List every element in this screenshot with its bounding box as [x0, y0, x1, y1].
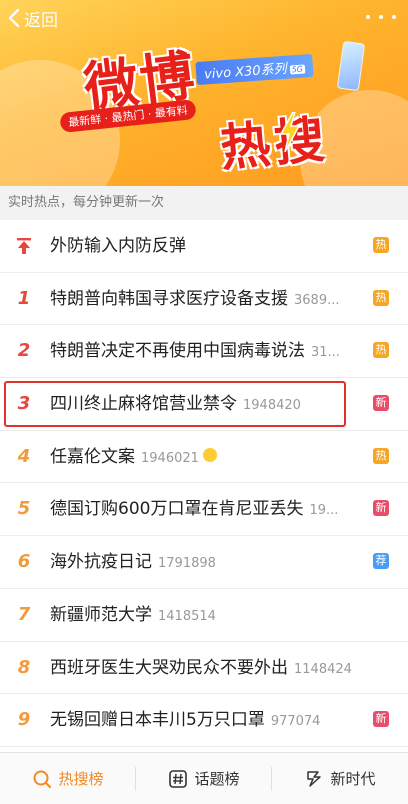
recommend-badge: 荐	[373, 553, 389, 570]
list-item[interactable]: 8 西班牙医生大哭劝民众不要外出 1148424	[0, 642, 408, 695]
hot-badge: 热	[373, 237, 389, 253]
tab-label: 新时代	[330, 770, 376, 788]
heat-count: 1418514	[158, 608, 216, 624]
rank-number: 8	[17, 656, 31, 678]
rank-number: 2	[17, 340, 31, 362]
hot-badge: 热	[373, 447, 389, 464]
topic-title: 特朗普决定不再使用中国病毒说法 31...	[50, 325, 340, 379]
topic-text: 四川终止麻将馆营业禁令	[50, 394, 237, 415]
list-item[interactable]: 7 新疆师范大学 1418514	[0, 589, 408, 642]
new-badge: 新	[373, 500, 389, 517]
topic-text: 新疆师范大学	[50, 604, 152, 625]
new-badge: 新	[373, 711, 389, 728]
more-dot-icon	[366, 15, 370, 19]
topic-title: 外防输入内防反弹	[50, 220, 186, 272]
list-item[interactable]: 4 任嘉伦文案 1946021 热	[0, 431, 408, 484]
back-button[interactable]: 返回	[6, 4, 58, 32]
5g-badge: 5G	[289, 64, 306, 75]
rank-number: 5	[17, 498, 31, 520]
new-era-icon	[307, 770, 322, 787]
heat-count: 1948420	[243, 398, 301, 414]
hot-badge: 热	[373, 342, 389, 359]
heat-count: 19...	[309, 503, 339, 519]
hot-search-list: 外防输入内防反弹 热 1 特朗普向韩国寻求医疗设备支援 3689... 热 2 特…	[0, 220, 408, 747]
list-item[interactable]: 6 海外抗疫日记 1791898 荐	[0, 536, 408, 589]
rank-number: 4	[17, 445, 31, 467]
topic-text: 西班牙医生大哭劝民众不要外出	[50, 657, 288, 678]
topic-title: 任嘉伦文案 1946021	[50, 431, 217, 485]
phone-image	[336, 40, 366, 92]
more-dot-icon	[392, 15, 396, 19]
list-item[interactable]: 5 德国订购600万口罩在肯尼亚丢失 19... 新	[0, 483, 408, 537]
heat-count: 31...	[311, 345, 340, 361]
bottom-nav: 热搜榜 话题榜 新时代	[0, 752, 408, 804]
more-options-button[interactable]	[366, 6, 396, 28]
tab-label: 热搜榜	[58, 770, 104, 788]
topic-text: 特朗普决定不再使用中国病毒说法	[50, 341, 305, 362]
topic-title: 特朗普向韩国寻求医疗设备支援 3689...	[50, 273, 339, 327]
new-badge: 新	[373, 395, 389, 412]
hot-search-banner: 返回 微博 最新鲜 · 最热门 · 最有料 热搜 vivo X30系列 5G	[0, 0, 408, 186]
heat-count: 3689...	[294, 292, 340, 308]
topic-title: 德国订购600万口罩在肯尼亚丢失 19...	[50, 483, 338, 537]
search-icon	[33, 770, 52, 788]
topic-title: 四川终止麻将馆营业禁令 1948420	[50, 378, 301, 432]
rank-number: 6	[17, 551, 31, 573]
heat-count: 977074	[270, 714, 321, 730]
pin-up-icon	[14, 220, 34, 276]
topic-text: 海外抗疫日记	[50, 552, 152, 573]
back-label: 返回	[24, 10, 58, 31]
rank-number: 9	[17, 709, 31, 731]
hot-search-logo-text: 热搜	[218, 110, 331, 178]
heat-count: 1791898	[158, 556, 216, 572]
top-bar: 返回	[0, 0, 408, 36]
topic-text: 无锡回赠日本丰川5万只口罩	[50, 710, 265, 731]
tab-hot-search[interactable]: 热搜榜	[0, 753, 136, 804]
list-item[interactable]: 2 特朗普决定不再使用中国病毒说法 31... 热	[0, 325, 408, 379]
topic-title: 新疆师范大学 1418514	[50, 589, 216, 643]
topic-text: 外防输入内防反弹	[50, 236, 186, 256]
lightning-bolt-icon	[279, 112, 301, 152]
more-dot-icon	[379, 15, 383, 19]
hot-badge: 热	[373, 289, 389, 306]
chevron-left-icon	[8, 8, 20, 28]
update-notice: 实时热点，每分钟更新一次	[0, 186, 408, 220]
laugh-emoji-icon	[202, 447, 217, 462]
rank-number: 3	[17, 393, 31, 415]
topic-title: 西班牙医生大哭劝民众不要外出 1148424	[50, 642, 355, 696]
list-item[interactable]: 外防输入内防反弹 热	[0, 220, 408, 273]
tab-topics[interactable]: 话题榜	[136, 753, 272, 804]
list-item[interactable]: 3 四川终止麻将馆营业禁令 1948420 新	[0, 378, 408, 431]
list-item[interactable]: 1 特朗普向韩国寻求医疗设备支援 3689... 热	[0, 273, 408, 326]
sponsor-text: vivo X30系列	[203, 61, 288, 83]
topic-title: 海外抗疫日记 1791898	[50, 536, 216, 590]
topic-title: 无锡回赠日本丰川5万只口罩 977074	[50, 694, 320, 748]
tab-label: 话题榜	[194, 770, 240, 788]
heat-count: 1148424	[294, 661, 352, 677]
rank-number: 7	[17, 603, 31, 625]
topic-text: 任嘉伦文案	[50, 446, 135, 467]
heat-count: 1946021	[141, 450, 199, 466]
hashtag-icon	[169, 769, 188, 788]
tab-new-era[interactable]: 新时代	[272, 753, 408, 804]
rank-number: 1	[17, 287, 31, 309]
topic-text: 德国订购600万口罩在肯尼亚丢失	[50, 499, 304, 520]
list-item[interactable]: 9 无锡回赠日本丰川5万只口罩 977074 新	[0, 694, 408, 747]
topic-text: 特朗普向韩国寻求医疗设备支援	[50, 288, 288, 309]
